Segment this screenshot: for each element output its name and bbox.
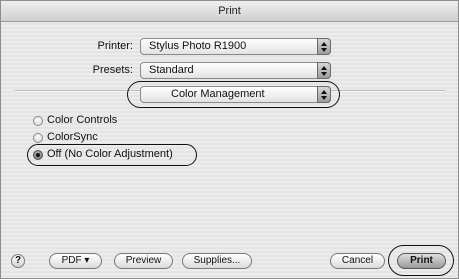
- print-button[interactable]: Print: [397, 253, 446, 269]
- presets-popup[interactable]: Standard: [140, 62, 331, 79]
- cancel-button[interactable]: Cancel: [330, 253, 385, 269]
- off-label[interactable]: Off (No Color Adjustment): [47, 148, 173, 160]
- print-dialog: Print Printer: Stylus Photo R1900 Preset…: [0, 0, 459, 279]
- presets-label: Presets:: [92, 64, 133, 76]
- printer-value: Stylus Photo R1900: [149, 40, 247, 52]
- popup-arrows-icon: [317, 38, 331, 55]
- panel-value: Color Management: [171, 88, 265, 100]
- printer-popup[interactable]: Stylus Photo R1900: [140, 38, 331, 55]
- presets-value: Standard: [149, 64, 194, 76]
- pdf-button[interactable]: PDF ▾: [49, 253, 102, 269]
- color-controls-label[interactable]: Color Controls: [47, 114, 117, 126]
- color-controls-radio[interactable]: [33, 116, 43, 126]
- preview-button[interactable]: Preview: [114, 253, 173, 269]
- panel-popup[interactable]: Color Management: [140, 86, 331, 103]
- printer-label: Printer:: [97, 40, 133, 52]
- help-button[interactable]: ?: [11, 254, 25, 268]
- window-title: Print: [1, 1, 458, 22]
- popup-arrows-icon: [317, 62, 331, 79]
- supplies-button[interactable]: Supplies...: [182, 253, 252, 269]
- off-radio[interactable]: [33, 150, 43, 160]
- colorsync-radio[interactable]: [33, 133, 43, 143]
- popup-arrows-icon: [317, 86, 331, 103]
- colorsync-label[interactable]: ColorSync: [47, 131, 98, 143]
